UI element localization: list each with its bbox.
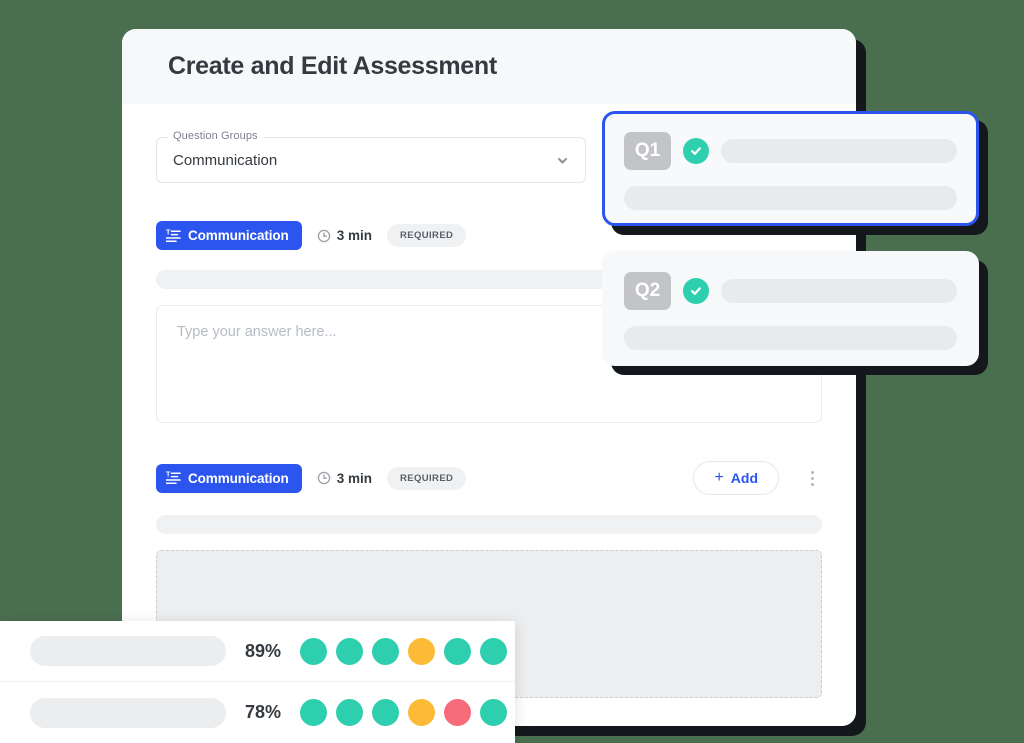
score-dot-group xyxy=(300,699,507,726)
svg-text:T: T xyxy=(166,229,171,236)
question-groups-label: Question Groups xyxy=(168,130,263,142)
plus-icon: + xyxy=(714,469,724,486)
check-circle-icon xyxy=(683,138,709,164)
question-groups-select[interactable]: Communication Question Groups xyxy=(156,130,586,183)
question-1-duration: 3 min xyxy=(317,228,372,243)
add-question-label: Add xyxy=(730,470,758,486)
score-dot xyxy=(372,699,399,726)
check-circle-icon xyxy=(683,278,709,304)
question-2-duration-label: 3 min xyxy=(336,470,372,486)
score-dot xyxy=(408,699,435,726)
score-row[interactable]: 78% xyxy=(0,682,515,743)
question-2-required-badge: REQUIRED xyxy=(386,466,467,490)
score-dot xyxy=(372,637,399,665)
chevron-down-icon[interactable] xyxy=(556,154,569,167)
score-row[interactable]: 89% xyxy=(0,621,515,682)
score-dot xyxy=(444,699,471,726)
text-list-icon: T xyxy=(166,472,181,484)
question-card-q2-badge: Q2 xyxy=(624,272,671,310)
question-groups-value: Communication xyxy=(173,151,278,169)
question-2-tag-badge[interactable]: T Communication xyxy=(156,463,302,493)
score-dot xyxy=(336,637,363,665)
question-card-q1-body-placeholder xyxy=(624,186,957,210)
question-card-q2-body-placeholder xyxy=(624,326,957,350)
question-2-title-placeholder xyxy=(156,515,822,534)
add-question-button[interactable]: + Add xyxy=(693,461,779,495)
question-1-answer-placeholder: Type your answer here... xyxy=(177,324,337,340)
question-1-duration-label: 3 min xyxy=(336,228,372,243)
score-dot xyxy=(300,699,327,726)
score-panel: 89% 78% xyxy=(0,621,515,743)
question-card-q1-badge: Q1 xyxy=(624,132,671,170)
question-1-tag-label: Communication xyxy=(188,228,289,243)
score-dot xyxy=(408,637,435,665)
score-dot xyxy=(480,699,507,726)
question-card-q1-title-placeholder xyxy=(721,139,957,163)
question-1-required-badge: REQUIRED xyxy=(386,224,467,247)
window-header: Create and Edit Assessment xyxy=(122,29,856,104)
score-dot xyxy=(300,637,327,665)
text-list-icon: T xyxy=(166,229,181,242)
clock-icon xyxy=(317,229,330,242)
question-1-tag-badge[interactable]: T Communication xyxy=(156,221,302,250)
question-card-q2[interactable]: Q2 xyxy=(602,251,979,366)
score-percent: 89% xyxy=(244,640,282,661)
kebab-dot xyxy=(810,470,814,474)
question-groups-field[interactable]: Communication xyxy=(156,137,586,183)
question-card-q1[interactable]: Q1 xyxy=(602,111,979,226)
question-2-tag-label: Communication xyxy=(188,470,289,486)
score-dot xyxy=(444,637,471,665)
question-2-duration: 3 min xyxy=(317,471,372,486)
score-dot xyxy=(336,699,363,726)
question-card-q2-row: Q2 xyxy=(624,272,957,310)
page-title: Create and Edit Assessment xyxy=(168,52,497,80)
question-2-meta-row: T Communication 3 min REQUIRED + Add xyxy=(156,461,822,495)
score-label-placeholder xyxy=(30,697,226,728)
question-card-q1-row: Q1 xyxy=(624,132,957,170)
score-dot xyxy=(480,637,507,665)
question-card-q2-title-placeholder xyxy=(721,279,957,303)
kebab-dot xyxy=(810,476,814,480)
svg-text:T: T xyxy=(166,472,171,479)
score-label-placeholder xyxy=(30,636,226,666)
score-dot-group xyxy=(300,637,507,665)
score-percent: 78% xyxy=(244,702,282,722)
clock-icon xyxy=(317,471,330,485)
kebab-menu-icon[interactable] xyxy=(802,464,822,492)
kebab-dot xyxy=(810,482,814,486)
